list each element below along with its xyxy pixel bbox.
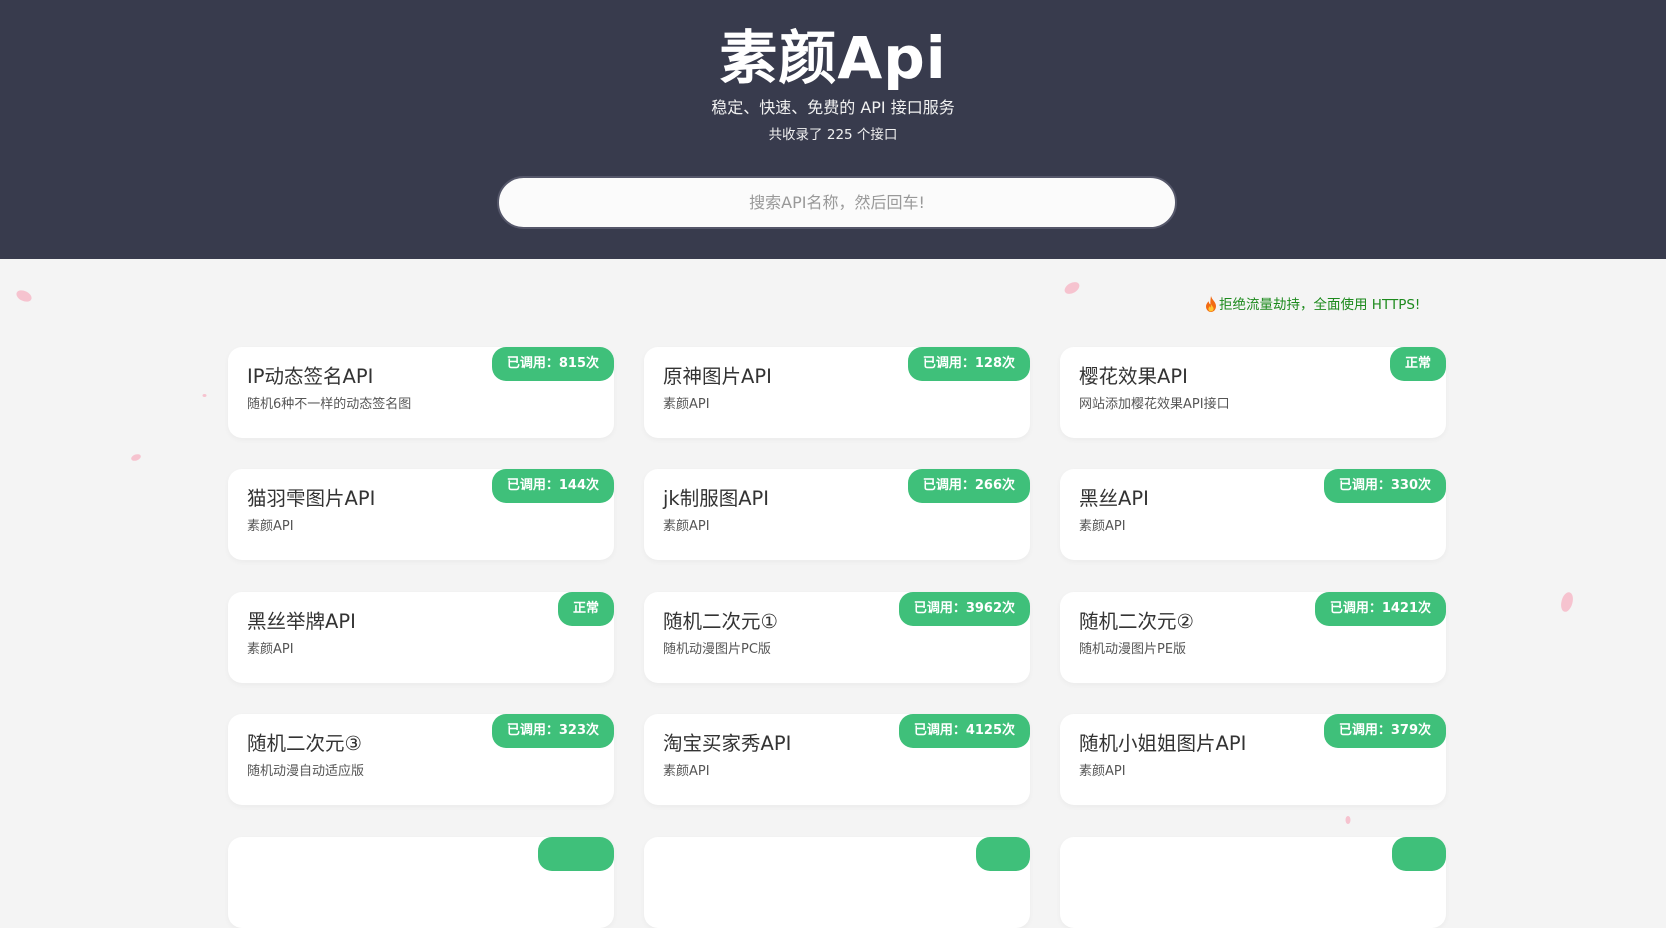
api-card-description: 素颜API: [247, 642, 294, 657]
api-count: 共收录了 225 个接口: [768, 127, 898, 143]
api-card-title: 樱花效果API: [1079, 365, 1188, 388]
https-notice: 拒绝流量劫持，全面使用 HTTPS!: [1205, 294, 1505, 316]
api-card-title: 随机二次元①: [663, 610, 778, 633]
api-card-title: jk制服图API: [663, 487, 770, 510]
api-card-description: 随机动漫自动适应版: [247, 764, 365, 779]
site-title: 素颜Api: [719, 24, 947, 92]
status-badge: 正常: [1389, 347, 1446, 381]
header-banner: 素颜Api 稳定、快速、免费的 API 接口服务 共收录了 225 个接口 搜索…: [0, 0, 1666, 259]
api-card[interactable]: 黑丝API 素颜API 已调用：330次: [1060, 469, 1446, 560]
status-badge: 已调用：144次: [491, 469, 614, 503]
api-card-title: 原神图片API: [663, 365, 772, 388]
status-badge: 已调用：330次: [1323, 469, 1446, 503]
api-card-description: 素颜API: [1079, 519, 1126, 534]
api-card-title: 猫羽雫图片API: [247, 487, 376, 510]
api-card-description: 素颜API: [663, 764, 710, 779]
api-card-description: 随机动漫图片PC版: [663, 642, 771, 657]
api-card[interactable]: 随机小姐姐图片API 素颜API 已调用：379次: [1060, 714, 1446, 805]
status-badge: 已调用：3962次: [898, 592, 1030, 626]
api-card[interactable]: 淘宝买家秀API 素颜API 已调用：4125次: [644, 714, 1030, 805]
sakura-petal-icon: [202, 394, 207, 397]
status-badge: 已调用：128次: [907, 347, 1030, 381]
api-card-description: 网站添加樱花效果API接口: [1079, 397, 1230, 412]
sakura-petal-icon: [16, 290, 32, 302]
status-badge: 已调用：1421次: [1314, 592, 1446, 626]
api-card[interactable]: IP动态签名API 随机6种不一样的动态签名图 已调用：815次: [228, 347, 614, 438]
status-badge: 已调用：815次: [491, 347, 614, 381]
sakura-petal-icon: [1064, 282, 1080, 294]
api-card[interactable]: 随机二次元② 随机动漫图片PE版 已调用：1421次: [1060, 592, 1446, 683]
status-badge: [976, 837, 1030, 871]
api-card[interactable]: 樱花效果API 网站添加樱花效果API接口 正常: [1060, 347, 1446, 438]
status-badge: 已调用：4125次: [898, 714, 1030, 748]
api-card[interactable]: 原神图片API 素颜API 已调用：128次: [644, 347, 1030, 438]
api-card-title: IP动态签名API: [247, 365, 374, 388]
status-badge: 正常: [557, 592, 614, 626]
api-card-description: 素颜API: [1079, 764, 1126, 779]
api-card-title: 随机小姐姐图片API: [1079, 732, 1247, 755]
status-badge: [1392, 837, 1446, 871]
sakura-petal-icon: [1561, 592, 1573, 612]
api-card-description: 素颜API: [663, 519, 710, 534]
api-card[interactable]: 随机二次元③ 随机动漫自动适应版 已调用：323次: [228, 714, 614, 805]
status-badge: 已调用：323次: [491, 714, 614, 748]
api-card-title: 黑丝举牌API: [247, 610, 356, 633]
api-card[interactable]: [644, 837, 1030, 928]
api-card[interactable]: 随机二次元① 随机动漫图片PC版 已调用：3962次: [644, 592, 1030, 683]
site-subtitle: 稳定、快速、免费的 API 接口服务: [711, 98, 955, 117]
fire-icon: [1206, 296, 1216, 312]
api-card[interactable]: [1060, 837, 1446, 928]
sakura-petal-icon: [1345, 816, 1351, 824]
api-card-title: 淘宝买家秀API: [663, 732, 792, 755]
search-input[interactable]: 搜索API名称，然后回车!: [497, 176, 1177, 229]
api-card[interactable]: 猫羽雫图片API 素颜API 已调用：144次: [228, 469, 614, 560]
api-card[interactable]: jk制服图API 素颜API 已调用：266次: [644, 469, 1030, 560]
api-card-description: 素颜API: [663, 397, 710, 412]
api-card-description: 素颜API: [247, 519, 294, 534]
api-card-description: 随机6种不一样的动态签名图: [247, 397, 412, 412]
api-card-title: 随机二次元②: [1079, 610, 1194, 633]
status-badge: 已调用：266次: [907, 469, 1030, 503]
api-card-title: 随机二次元③: [247, 732, 362, 755]
api-card-title: 黑丝API: [1079, 487, 1149, 510]
api-card[interactable]: 黑丝举牌API 素颜API 正常: [228, 592, 614, 683]
api-card-description: 随机动漫图片PE版: [1079, 642, 1187, 657]
sakura-petal-icon: [131, 454, 141, 461]
status-badge: 已调用：379次: [1323, 714, 1446, 748]
api-card[interactable]: [228, 837, 614, 928]
status-badge: [538, 837, 614, 871]
notice-text: 拒绝流量劫持，全面使用 HTTPS!: [1219, 297, 1421, 313]
